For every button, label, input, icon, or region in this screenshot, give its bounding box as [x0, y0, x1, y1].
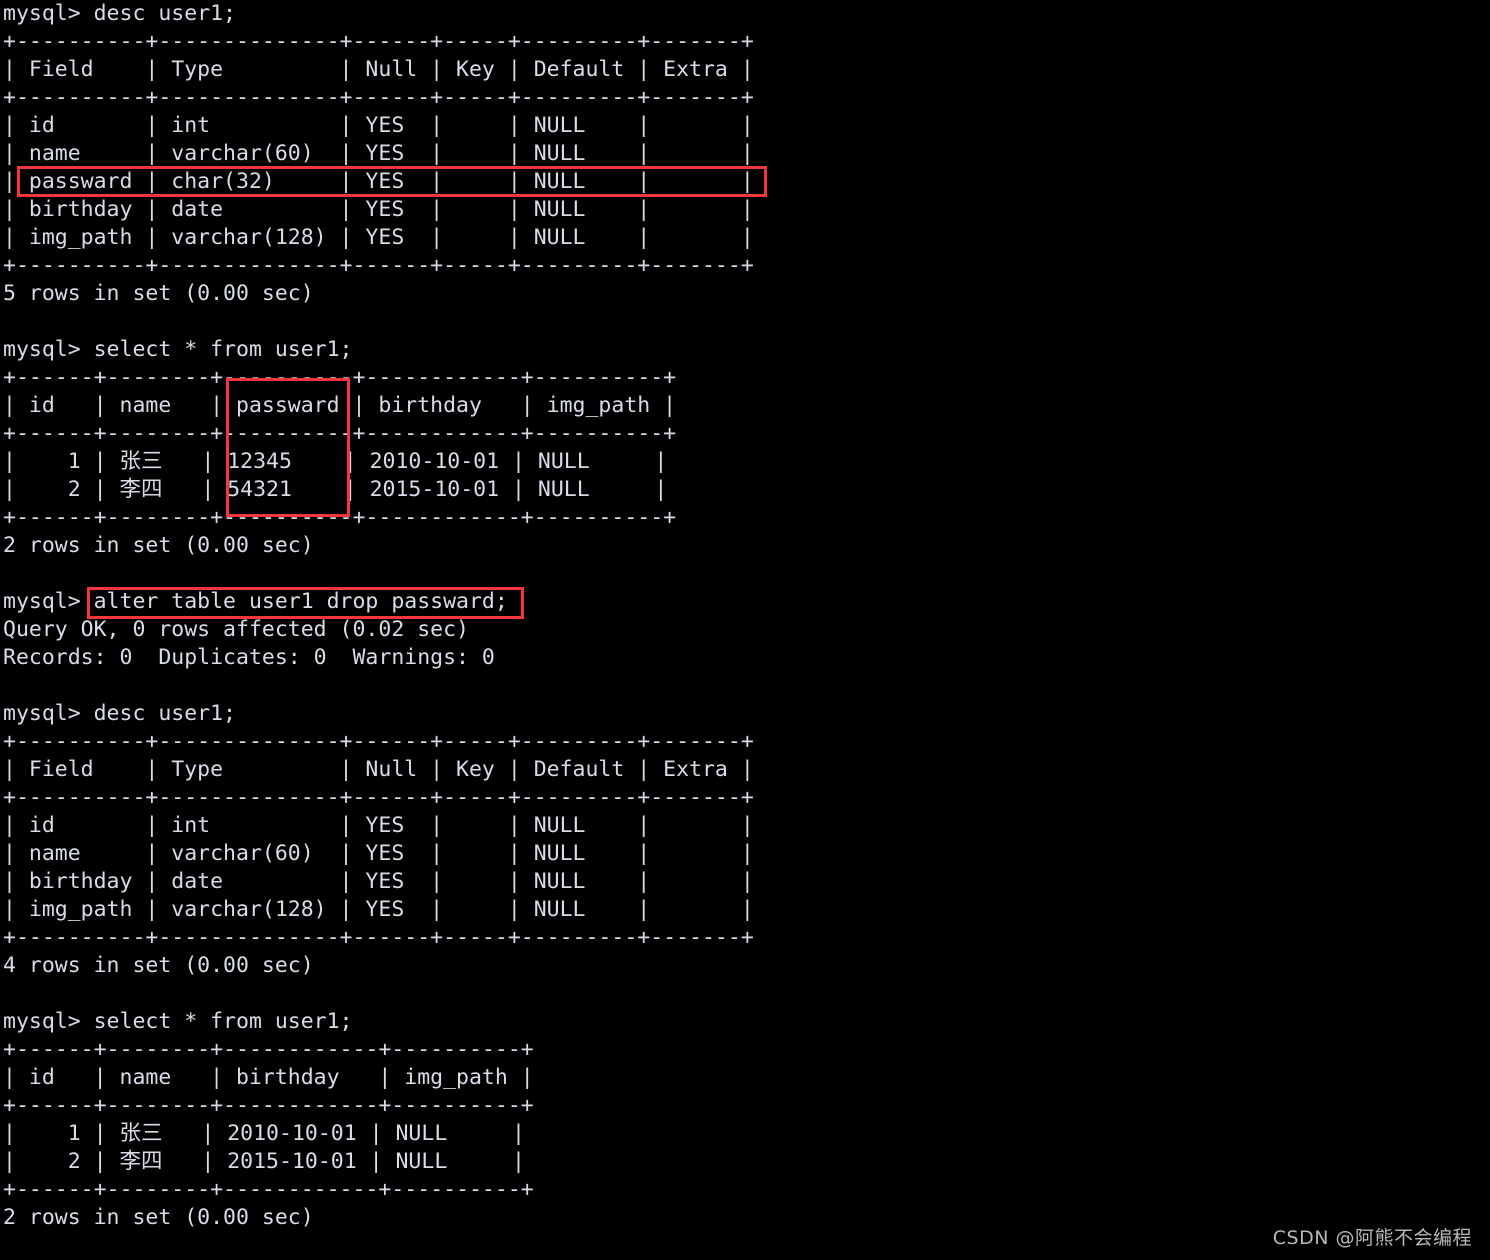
terminal-line: mysql> select * from user1; — [3, 1009, 353, 1034]
terminal-line: 2 rows in set (0.00 sec) — [3, 533, 314, 558]
terminal-line: | id | name | passward | birthday | img_… — [3, 393, 677, 418]
terminal-line: mysql> select * from user1; — [3, 337, 353, 362]
terminal-line: 2 rows in set (0.00 sec) — [3, 1205, 314, 1230]
terminal-line: | 1 | 张三 | 2010-10-01 | NULL | — [3, 1121, 525, 1146]
terminal-line: mysql> alter table user1 drop passward; — [3, 589, 508, 614]
terminal-line: 4 rows in set (0.00 sec) — [3, 953, 314, 978]
terminal-line: +------+--------+------------+----------… — [3, 1037, 534, 1062]
terminal-line: 5 rows in set (0.00 sec) — [3, 281, 314, 306]
terminal-line: | Field | Type | Null | Key | Default | … — [3, 757, 754, 782]
terminal-line: | name | varchar(60) | YES | | NULL | | — [3, 141, 754, 166]
terminal-line: Records: 0 Duplicates: 0 Warnings: 0 — [3, 645, 495, 670]
terminal-line: +----------+--------------+------+-----+… — [3, 785, 754, 810]
terminal-line: +----------+--------------+------+-----+… — [3, 925, 754, 950]
terminal-line: | id | name | birthday | img_path | — [3, 1065, 534, 1090]
terminal-line: | passward | char(32) | YES | | NULL | | — [3, 169, 754, 194]
terminal-line: | name | varchar(60) | YES | | NULL | | — [3, 841, 754, 866]
terminal-line: mysql> desc user1; — [3, 1, 236, 26]
terminal-line: | 2 | 李四 | 2015-10-01 | NULL | — [3, 1149, 525, 1174]
terminal-line: Query OK, 0 rows affected (0.02 sec) — [3, 617, 469, 642]
csdn-watermark: CSDN @阿熊不会编程 — [1272, 1227, 1472, 1249]
terminal-output: mysql> desc user1; +----------+----------… — [0, 0, 1490, 1260]
terminal-line: | img_path | varchar(128) | YES | | NULL… — [3, 225, 754, 250]
terminal-line: | 2 | 李四 | 54321 | 2015-10-01 | NULL | — [3, 477, 668, 502]
terminal-line: +----------+--------------+------+-----+… — [3, 29, 754, 54]
terminal-line: | img_path | varchar(128) | YES | | NULL… — [3, 897, 754, 922]
terminal-line: | birthday | date | YES | | NULL | | — [3, 869, 754, 894]
terminal-line: mysql> desc user1; — [3, 701, 236, 726]
terminal-line: | birthday | date | YES | | NULL | | — [3, 197, 754, 222]
terminal-line: +------+--------+----------+------------… — [3, 365, 677, 390]
terminal-line: +------+--------+----------+------------… — [3, 505, 677, 530]
terminal-line: +----------+--------------+------+-----+… — [3, 729, 754, 754]
terminal-line: +----------+--------------+------+-----+… — [3, 253, 754, 278]
terminal-line: +------+--------+----------+------------… — [3, 421, 677, 446]
terminal-line: | id | int | YES | | NULL | | — [3, 813, 754, 838]
terminal-line: | id | int | YES | | NULL | | — [3, 113, 754, 138]
terminal-line: +------+--------+------------+----------… — [3, 1093, 534, 1118]
terminal-line: +----------+--------------+------+-----+… — [3, 85, 754, 110]
terminal-line: | Field | Type | Null | Key | Default | … — [3, 57, 754, 82]
terminal-line: +------+--------+------------+----------… — [3, 1177, 534, 1202]
terminal-line: | 1 | 张三 | 12345 | 2010-10-01 | NULL | — [3, 449, 668, 474]
terminal-lines: mysql> desc user1; +----------+----------… — [0, 0, 1490, 1232]
